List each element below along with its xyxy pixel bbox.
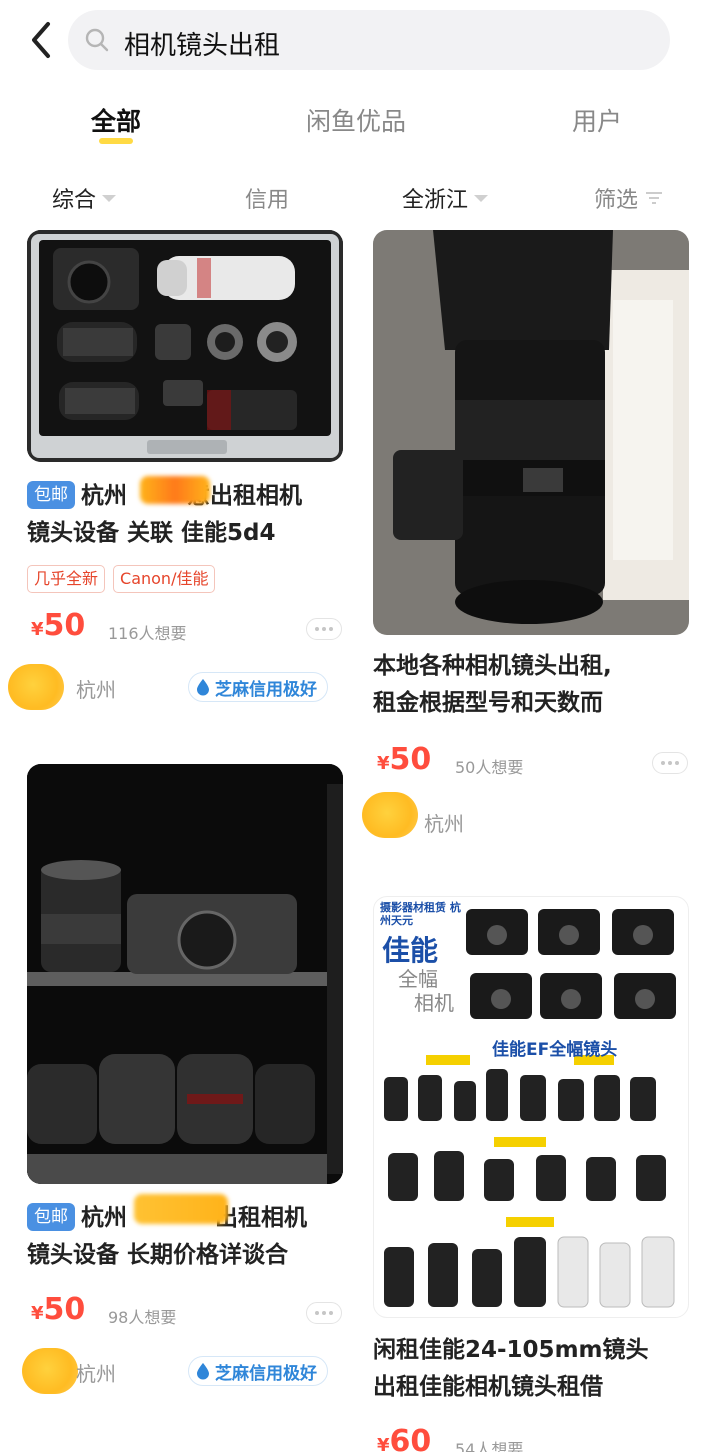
title-line2: 出租佳能相机镜头租借 [373, 1374, 603, 1400]
sort-comprehensive[interactable]: 综合 [52, 182, 117, 214]
title-line2: 租金根据型号和天数而 [373, 690, 603, 716]
title-line1: 闲租佳能24-105mm镜头 [373, 1337, 649, 1363]
more-options-icon[interactable] [306, 618, 342, 640]
more-options-icon[interactable] [652, 752, 688, 774]
free-shipping-badge: 包邮 [27, 1203, 75, 1231]
water-drop-icon [197, 679, 209, 696]
water-drop-icon [197, 1363, 209, 1380]
more-options-icon[interactable] [306, 1302, 342, 1324]
tab-users[interactable]: 用户 [572, 102, 622, 138]
region-filter[interactable]: 全浙江 [402, 182, 489, 214]
seller-location: 杭州 [76, 678, 116, 702]
back-arrow-icon[interactable] [22, 18, 62, 62]
chevron-down-icon [102, 194, 117, 202]
filter-bar: 综合 信用 全浙江 筛选 [0, 170, 720, 222]
want-count: 50人想要 [455, 758, 524, 777]
listing-title: 闲租佳能24-105mm镜头 出租佳能相机镜头租借 [373, 1332, 713, 1406]
product-photo [373, 230, 689, 635]
price: ¥50 [31, 608, 86, 643]
tab-bar: 全部 闲鱼优品 用户 [0, 92, 720, 156]
search-icon [85, 28, 109, 52]
want-count: 98人想要 [108, 1308, 177, 1327]
avatar[interactable] [22, 1348, 78, 1394]
credit-badge: 芝麻信用极好 [188, 672, 328, 702]
filter-label: 筛选 [594, 188, 639, 213]
filter-button[interactable]: 筛选 [594, 182, 663, 214]
avatar[interactable] [362, 792, 418, 838]
sort-credit[interactable]: 信用 [245, 182, 289, 214]
active-tab-indicator [99, 138, 133, 144]
title-line2: 镜头设备 关联 佳能5d4 [27, 520, 276, 546]
funnel-icon [646, 191, 663, 205]
title-line1a: 杭州 [81, 483, 127, 509]
redaction-mark [134, 1194, 228, 1224]
poster-heading: 佳能EF全幅镜头 [492, 1040, 618, 1060]
tag: Canon/佳能 [113, 565, 216, 593]
sort-label: 综合 [52, 188, 97, 213]
search-query: 相机镜头出租 [124, 31, 281, 61]
chevron-down-icon [474, 194, 489, 202]
search-header: 相机镜头出租 [0, 0, 720, 82]
want-count: 54人想要 [455, 1440, 524, 1452]
title-line1b: 出租相机 [215, 1205, 307, 1231]
redaction-mark [140, 476, 210, 504]
search-input[interactable]: 相机镜头出租 [68, 10, 670, 70]
listing-title: 本地各种相机镜头出租, 租金根据型号和天数而 [373, 648, 703, 722]
tab-all[interactable]: 全部 [91, 102, 141, 138]
credit-badge: 芝麻信用极好 [188, 1356, 328, 1386]
tag-list: 几乎全新 Canon/佳能 [27, 565, 216, 593]
region-label: 全浙江 [402, 188, 469, 213]
tag: 几乎全新 [27, 565, 106, 593]
credit-label: 信用 [245, 188, 290, 213]
free-shipping-badge: 包邮 [27, 481, 75, 509]
product-photo: 摄影器材租赁 杭州天元 佳能 全幅 相机 佳能EF全幅镜头 [373, 896, 689, 1318]
title-line2: 镜头设备 长期价格详谈合 [27, 1242, 289, 1268]
title-line1: 本地各种相机镜头出租, [373, 653, 612, 679]
title-line1a: 杭州 [81, 1205, 127, 1231]
price: ¥50 [377, 742, 432, 777]
price: ¥60 [377, 1424, 432, 1452]
avatar[interactable] [8, 664, 64, 710]
seller-location: 杭州 [424, 812, 464, 836]
tab-xianyu-selected[interactable]: 闲鱼优品 [306, 102, 406, 138]
price: ¥50 [31, 1292, 86, 1327]
seller-location: 杭州 [76, 1362, 116, 1386]
product-photo [27, 764, 343, 1184]
want-count: 116人想要 [108, 624, 187, 643]
product-photo [27, 230, 343, 462]
